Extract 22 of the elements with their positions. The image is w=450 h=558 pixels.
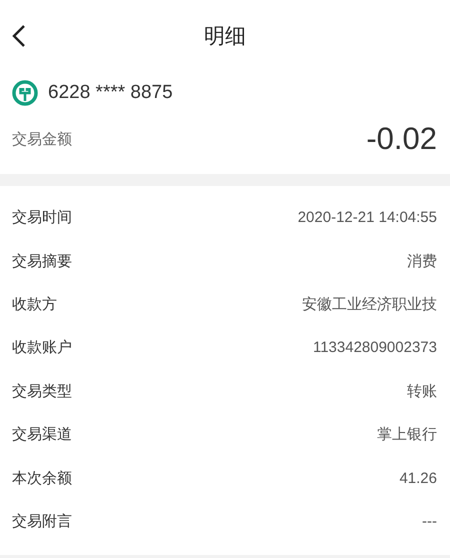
detail-value: 113342809002373: [312, 339, 437, 356]
page-title: 明细: [204, 23, 246, 50]
card-number: 6228 **** 8875: [48, 82, 173, 104]
detail-label: 本次余额: [12, 468, 72, 488]
detail-label: 交易类型: [12, 382, 72, 401]
detail-value: 41.26: [399, 470, 437, 487]
detail-value: ---: [422, 512, 437, 530]
detail-label: 交易渠道: [12, 425, 72, 444]
detail-label: 交易时间: [12, 208, 72, 228]
detail-value: 消费: [407, 252, 437, 271]
detail-value: 2020-12-21 14:04:55: [298, 209, 437, 226]
detail-value: 掌上银行: [377, 425, 437, 444]
back-icon: [12, 24, 26, 48]
detail-value: 安徽工业经济职业技: [302, 294, 437, 314]
detail-label: 交易摘要: [12, 252, 72, 271]
detail-label: 收款账户: [12, 338, 72, 358]
detail-value: 转账: [407, 382, 437, 401]
amount-value: -0.02: [366, 121, 437, 157]
bank-logo-icon: [12, 80, 38, 106]
detail-label: 交易附言: [12, 512, 72, 531]
amount-label: 交易金额: [12, 130, 72, 148]
detail-label: 收款方: [12, 294, 57, 314]
